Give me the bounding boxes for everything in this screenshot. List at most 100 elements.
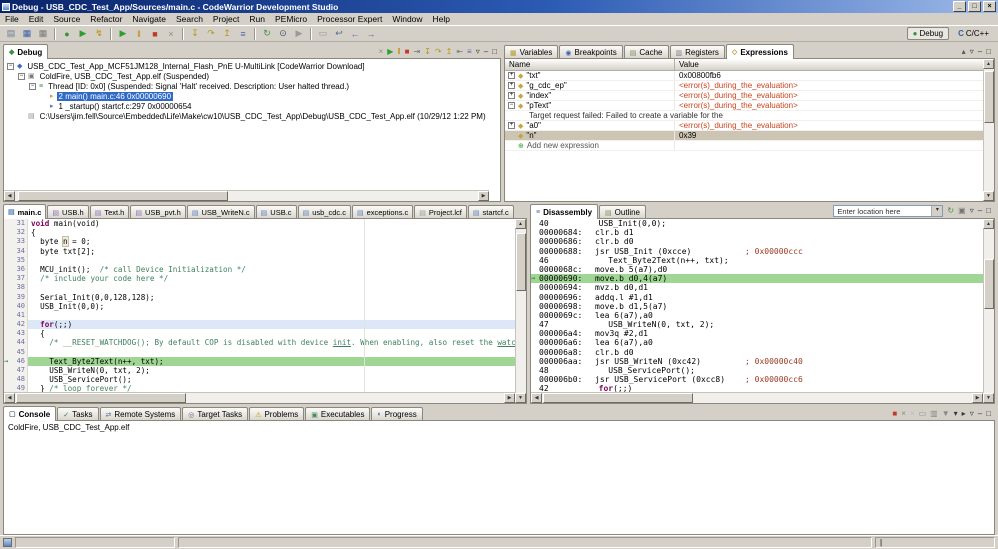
remove-all-terminated-button[interactable]: × [379, 47, 384, 57]
instruction-stepping-button[interactable]: ≡ [235, 26, 251, 41]
step-over-button[interactable]: ↷ [435, 47, 442, 57]
code-line[interactable]: 33 byte n = 0; [4, 236, 515, 248]
clear-console-button[interactable]: ▭ [919, 409, 927, 419]
collapse-icon[interactable]: − [7, 62, 14, 70]
tab-variables[interactable]: ▦ Variables [504, 45, 559, 59]
tab-outline[interactable]: ▤ Outline [599, 205, 646, 219]
expression-row[interactable]: + ◆ "g_cdc_ep" <error(s)_during_the_evaluat… [505, 81, 983, 91]
disconnect-button[interactable]: ⇥ [414, 47, 421, 57]
tab-disassembly[interactable]: ≡ Disassembly [530, 204, 599, 219]
expression-row[interactable]: + ◆ "txt" 0x00800fb6 [505, 71, 983, 81]
code-line[interactable]: 36 MCU_init(); /* call Device Initializa… [4, 264, 515, 275]
code-line[interactable]: 41 [4, 310, 515, 321]
debug-tree-row[interactable]: ▸ 1 _startup() startcf.c:297 0x00000654 [4, 101, 500, 111]
value-column-header[interactable]: Value [675, 59, 983, 70]
terminate-console-button[interactable]: ■ [892, 409, 897, 419]
maximize-window-button[interactable]: □ [968, 1, 981, 12]
save-button[interactable]: ▦ [19, 26, 35, 41]
scroll-left-icon[interactable]: ◀ [4, 191, 15, 201]
perspective-cpp-button[interactable]: C C/C++ [952, 27, 995, 40]
scroll-left-icon[interactable]: ◀ [531, 393, 542, 403]
code-line[interactable]: 45 [4, 347, 515, 357]
disasm-instruction-line[interactable]: 000006a8: clr.b d0 [531, 348, 983, 357]
disasm-source-line[interactable]: 47 USB_WriteN(0, txt, 2); [531, 320, 983, 329]
view-menu-button[interactable]: ▿ [476, 47, 480, 57]
tab-problems[interactable]: ⚠ Problems [249, 407, 305, 421]
minimize-button[interactable]: – [978, 409, 982, 419]
debug-tree-row[interactable]: − ▣ ColdFire, USB_CDC_Test_App.elf (Suspen… [4, 71, 500, 81]
step-into-button[interactable]: ↧ [187, 26, 203, 41]
debug-tree-row[interactable]: − ◆ USB_CDC_Test_App_MCF51JM128_Internal_F… [4, 61, 500, 71]
drop-to-frame-button[interactable]: ⇤ [456, 47, 463, 57]
collapse-icon[interactable]: − [18, 72, 25, 80]
disasm-instruction-line[interactable]: 00000684: clr.b d1 [531, 228, 983, 237]
tab-progress[interactable]: ◐ Progress [371, 407, 423, 421]
disasm-instruction-line[interactable]: → 00000690: move.b d0,4(a7) [531, 274, 983, 284]
expressions-view-vscrollbar[interactable]: ▲ ▼ [983, 59, 994, 201]
scroll-down-icon[interactable]: ▼ [515, 393, 526, 403]
expressions-view-scroll-thumb[interactable] [984, 71, 994, 123]
instruction-stepping-button[interactable]: ≡ [467, 47, 472, 57]
back-button[interactable]: ← [347, 26, 363, 41]
breakpoint-gutter[interactable]: → [4, 356, 11, 366]
breakpoint-gutter[interactable] [4, 347, 11, 357]
breakpoint-gutter[interactable] [4, 320, 11, 330]
code-line[interactable]: 34 byte txt[2]; [4, 246, 515, 256]
tab-usb-cdc-c[interactable]: ▤ usb_cdc.c [297, 205, 351, 219]
maximize-button[interactable]: □ [986, 409, 991, 419]
step-into-button[interactable]: ↧ [424, 47, 431, 57]
menu-file[interactable]: File [0, 14, 24, 24]
tab-target-tasks[interactable]: ◎ Target Tasks [182, 407, 249, 421]
tab-usb-h[interactable]: ▤ USB.h [47, 205, 89, 219]
view-menu-button[interactable]: ▿ [970, 409, 974, 419]
menu-run[interactable]: Run [244, 14, 270, 24]
tab-tasks[interactable]: ✓ Tasks [57, 407, 99, 421]
code-line[interactable]: 43 { [4, 329, 515, 339]
code-line[interactable]: 35 [4, 255, 515, 265]
resume-button[interactable]: ▶ [115, 26, 131, 41]
run-button[interactable]: ▶ [75, 26, 91, 41]
menu-source[interactable]: Source [48, 14, 85, 24]
code-line[interactable]: → 46 Text_Byte2Text(n++, txt); [4, 356, 515, 366]
step-return-button[interactable]: ↥ [446, 47, 453, 57]
scroll-right-icon[interactable]: ▶ [478, 191, 489, 201]
breakpoint-gutter[interactable] [4, 366, 11, 376]
disassembly-scroll-thumb[interactable] [984, 259, 994, 309]
tab-usb-writen-c[interactable]: ▤ USB_WriteN.c [186, 205, 255, 219]
scroll-right-icon[interactable]: ▶ [504, 393, 515, 403]
tab-expressions[interactable]: ◇ Expressions [725, 44, 794, 59]
editor-scroll-thumb[interactable] [16, 393, 186, 403]
tab-usb-c[interactable]: ▤ USB.c [255, 205, 297, 219]
menu-refactor[interactable]: Refactor [85, 14, 127, 24]
lock-button[interactable]: ▣ [958, 206, 966, 216]
menu-navigate[interactable]: Navigate [127, 14, 171, 24]
menu-help[interactable]: Help [428, 14, 455, 24]
tab-breakpoints[interactable]: ◉ Breakpoints [559, 45, 623, 59]
expand-icon[interactable]: + [508, 72, 515, 79]
breakpoint-gutter[interactable] [4, 292, 11, 302]
minimize-window-button[interactable]: _ [953, 1, 966, 12]
tab-registers[interactable]: ▥ Registers [669, 45, 725, 59]
add-expression-row[interactable]: ⊕ Add new expression [505, 141, 983, 151]
code-line[interactable]: 48 USB_ServicePort(); [4, 375, 515, 385]
suspend-button[interactable]: ‖ [397, 47, 400, 57]
breakpoint-gutter[interactable] [4, 237, 11, 247]
minimize-button[interactable]: – [978, 206, 982, 216]
remove-launch-button[interactable]: × [901, 409, 906, 419]
scroll-up-icon[interactable]: ▲ [983, 219, 994, 229]
remove-all-launches-button[interactable]: × [910, 409, 915, 419]
new-button[interactable]: ▤ [3, 26, 19, 41]
breakpoint-gutter[interactable] [4, 255, 11, 265]
disasm-instruction-line[interactable]: 00000686: clr.b d0 [531, 237, 983, 246]
disasm-source-line[interactable]: 40 USB_Init(0,0); [531, 219, 983, 228]
collapse-all-button[interactable]: ▴ [962, 47, 966, 57]
expression-detail-row[interactable]: Target request failed: Failed to create … [505, 111, 983, 121]
breakpoint-gutter[interactable] [4, 384, 11, 392]
expand-icon[interactable]: + [508, 82, 515, 89]
expand-icon[interactable]: + [508, 92, 515, 99]
step-return-button[interactable]: ↥ [219, 26, 235, 41]
code-line[interactable]: 42 for(;;) [4, 320, 515, 330]
disasm-instruction-line[interactable]: 000006a4: mov3q #2,d1 [531, 329, 983, 338]
step-over-button[interactable]: ↷ [203, 26, 219, 41]
location-input[interactable]: Enter location here ▾ [833, 205, 944, 217]
